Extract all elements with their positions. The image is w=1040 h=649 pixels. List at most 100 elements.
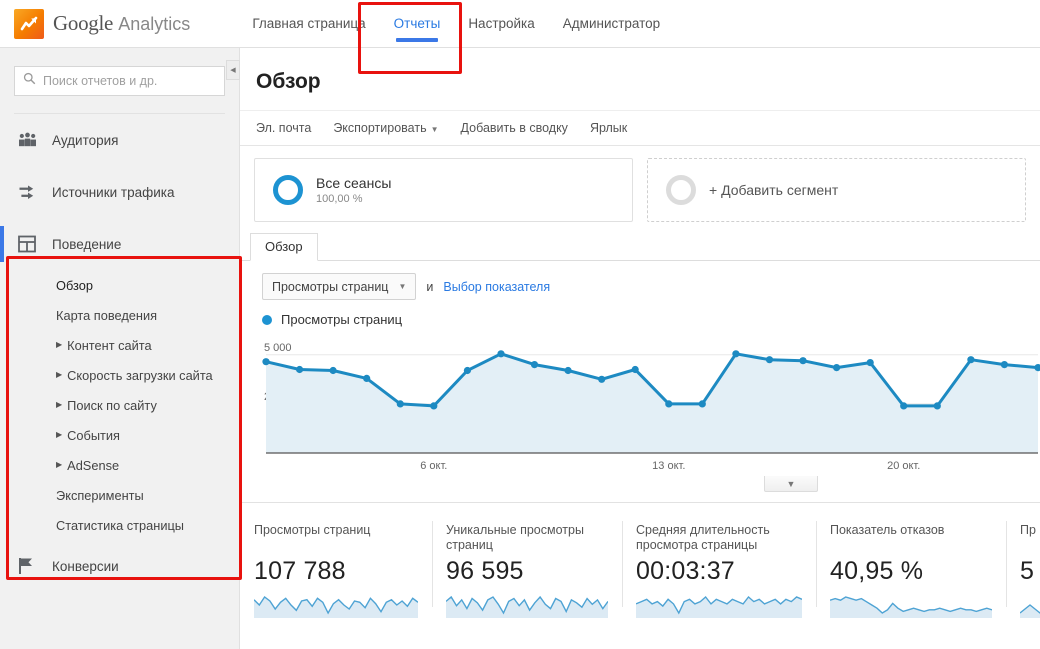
legend-marker-pageviews [262,314,272,325]
sidebar-sublabel-site-speed: Скорость загрузки сайта [67,367,213,383]
google-analytics-app: Google Analytics Главная страница Отчеты… [0,0,1040,649]
action-export-label: Экспортировать [333,121,427,135]
sidebar-label-acquisition: Источники трафика [52,184,175,200]
search-icon [23,72,36,90]
action-add-to-dashboard[interactable]: Добавить в сводку [461,121,568,135]
svg-text:5 000: 5 000 [264,342,292,354]
metric-card-label: Средняя длительность просмотра страницы [636,523,770,552]
metric-card-sparkline [829,592,993,623]
sidebar-sublabel-overview: Обзор [56,277,93,293]
metric-card-label: Просмотры страниц [254,523,371,537]
select-metric-link[interactable]: Выбор показателя [443,280,550,294]
sidebar-sublabel-site-content: Контент сайта [67,337,152,353]
topnav-item-reports[interactable]: Отчеты [380,0,455,48]
metric-card-bounce-rate[interactable]: Показатель отказов 40,95 % [816,511,1006,619]
sidebar-subitem-overview[interactable]: Обзор [0,270,239,300]
segments-bar: Все сеансы 100,00 % + Добавить сегмент [240,146,1040,222]
action-shortcut[interactable]: Ярлык [590,121,627,135]
sidebar-group-conversions: Конверсии [0,540,239,592]
tab-overview[interactable]: Обзор [250,233,318,261]
sidebar-subitem-site-speed[interactable]: ▶ Скорость загрузки сайта [0,360,239,390]
collapse-left-icon[interactable]: ◀ [226,60,240,80]
chart-legend: Просмотры страниц [240,300,1040,327]
sidebar-sublabel-adsense: AdSense [67,457,120,473]
metric-card-label: Пр [1020,523,1036,537]
search-placeholder: Поиск отчетов и др. [43,74,158,88]
segment-all-sessions-value: 100,00 % [316,193,363,205]
chevron-right-icon: ▶ [56,400,63,409]
pageviews-area-chart[interactable]: 2 5005 0006 окт.13 окт.20 окт. [240,331,1040,481]
add-segment-button[interactable]: + Добавить сегмент [647,158,1026,222]
metric-card-sparkline [635,592,803,623]
chevron-down-icon: ▼ [398,282,407,291]
sidebar-item-audience[interactable]: Аудитория [0,114,239,166]
analytics-logo-icon [14,8,44,39]
search-input[interactable]: Поиск отчетов и др. [14,66,225,96]
main-chart[interactable]: 2 5005 0006 окт.13 окт.20 окт. [240,331,1040,481]
sidebar-subitem-page-analytics[interactable]: Статистика страницы [0,510,239,540]
sidebar-subitem-site-search[interactable]: ▶ Поиск по сайту [0,390,239,420]
metric-card-pageviews[interactable]: Просмотры страниц 107 788 [240,511,432,619]
sidebar-group-acquisition: Источники трафика [0,166,239,218]
segment-all-sessions-name: Все сеансы [316,175,392,191]
chart-expand-button[interactable]: ▼ [764,476,818,492]
action-email[interactable]: Эл. почта [256,121,311,135]
sidebar-group-behavior: Поведение Обзор Карта поведения ▶ Контен… [0,218,239,540]
sidebar: Поиск отчетов и др. Аудитория Источники … [0,48,240,649]
metric-card-exit-rate-partial[interactable]: Пр 5 [1006,511,1040,619]
sidebar-subitem-behavior-flow[interactable]: Карта поведения [0,300,239,330]
metric-card-sparkline [253,592,419,623]
top-navigation: Главная страница Отчеты Настройка Админи… [238,0,674,48]
sidebar-subitem-adsense[interactable]: ▶ AdSense [0,450,239,480]
sidebar-subitem-experiments[interactable]: Эксперименты [0,480,239,510]
sidebar-group-audience: Аудитория [0,114,239,166]
action-export[interactable]: Экспортировать ▼ [333,121,438,135]
metric-card-value: 00:03:37 [636,557,735,585]
segment-donut-empty-icon [666,175,696,205]
traffic-arrows-icon [18,184,44,201]
sidebar-subitem-events[interactable]: ▶ События [0,420,239,450]
brand-name-main: Google [53,11,114,35]
conversions-flag-icon [18,557,44,575]
brand-name: Google Analytics [53,11,190,36]
svg-text:20 окт.: 20 окт. [887,460,920,472]
sidebar-sublabel-events: События [67,427,120,443]
audience-people-icon [18,132,44,149]
brand-name-sub: Analytics [118,14,191,34]
sidebar-item-conversions[interactable]: Конверсии [0,540,239,592]
primary-metric-value: Просмотры страниц [272,279,389,294]
sidebar-label-behavior: Поведение [52,236,122,252]
topnav-item-admin[interactable]: Администратор [549,0,674,48]
metric-card-unique-pageviews[interactable]: Уникальные просмотры страниц 96 595 [432,511,622,619]
metric-cards: Просмотры страниц 107 788 Уникальные про… [240,503,1040,619]
metric-card-value: 107 788 [254,557,346,585]
metric-card-value: 5 [1020,557,1035,585]
metric-card-value: 40,95 % [830,557,924,585]
metric-card-avg-time-on-page[interactable]: Средняя длительность просмотра страницы … [622,511,816,619]
sidebar-sublabel-site-search: Поиск по сайту [67,397,157,413]
chevron-down-icon: ▼ [786,478,796,489]
action-add-to-dashboard-label: Добавить в сводку [460,121,568,135]
primary-metric-select[interactable]: Просмотры страниц ▼ [262,273,417,300]
metric-controls: Просмотры страниц ▼ и Выбор показателя [240,261,1040,300]
sidebar-label-audience: Аудитория [52,132,119,148]
action-shortcut-label: Ярлык [589,121,628,135]
sidebar-subitem-site-content[interactable]: ▶ Контент сайта [0,330,239,360]
chevron-down-icon: ▼ [430,125,439,134]
segment-all-sessions-text: Все сеансы 100,00 % [316,175,391,205]
chevron-right-icon: ▶ [56,370,63,379]
topnav-item-home[interactable]: Главная страница [238,0,379,48]
chevron-right-icon: ▶ [56,430,63,439]
sidebar-item-acquisition[interactable]: Источники трафика [0,166,239,218]
sidebar-item-behavior[interactable]: Поведение [0,218,239,270]
metric-card-sparkline [1019,592,1040,619]
metric-card-value: 96 595 [446,557,524,585]
chart-expander-row: ▼ [240,476,1040,503]
segment-donut-icon [273,175,303,205]
topnav-item-customization[interactable]: Настройка [454,0,548,48]
sidebar-sublabel-page-analytics: Статистика страницы [56,517,185,533]
brand-logo[interactable]: Google Analytics [14,8,190,39]
main-content: Обзор Эл. почта Экспортировать ▼ Добавить… [240,48,1040,649]
sidebar-sublabel-experiments: Эксперименты [56,487,144,503]
segment-all-sessions[interactable]: Все сеансы 100,00 % [254,158,633,222]
